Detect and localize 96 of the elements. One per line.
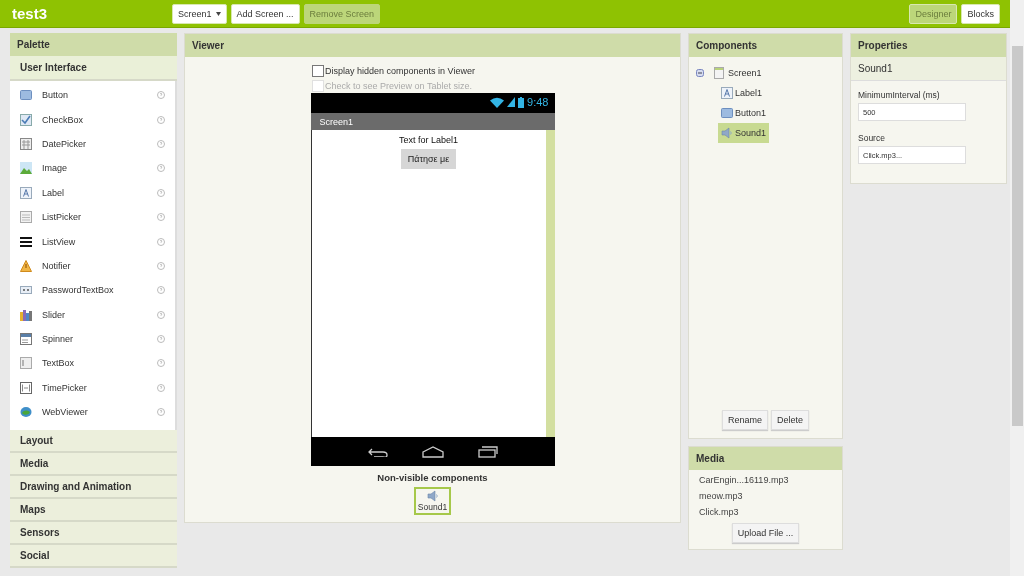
help-icon: [157, 310, 165, 319]
password-field-icon: [20, 284, 32, 297]
help-icon: [157, 335, 165, 344]
app-title: test3: [12, 5, 49, 22]
label-text: Text for Label1: [398, 135, 458, 145]
component-name: Sound1: [417, 502, 448, 512]
palette-item[interactable]: TimePicker: [42, 382, 157, 393]
panel-header: Palette: [10, 33, 177, 56]
text-field-icon: [20, 357, 32, 370]
palette-item[interactable]: WebViewer: [42, 407, 157, 418]
recent-apps-icon: [477, 445, 498, 458]
image-icon: [20, 162, 32, 175]
tree-item[interactable]: Screen1: [728, 68, 762, 78]
spinner-icon: [20, 333, 32, 346]
scrollbar-thumb[interactable]: [1012, 46, 1023, 426]
back-icon: [367, 446, 388, 457]
palette-category[interactable]: Layout: [10, 430, 177, 454]
palette-item[interactable]: PasswordTextBox: [42, 285, 157, 296]
component-item[interactable]: Sound1: [413, 487, 452, 515]
label-icon: [721, 87, 733, 99]
home-icon: [421, 445, 444, 458]
time-picker-icon: [20, 381, 32, 394]
palette-category[interactable]: User Interface: [10, 56, 177, 81]
palette-category[interactable]: Maps: [10, 499, 177, 523]
signal-icon: [507, 97, 516, 107]
panel-header: Media: [689, 447, 842, 470]
tree-item[interactable]: Label1: [718, 83, 766, 103]
help-icon: [157, 261, 165, 270]
scrollbar[interactable]: [1010, 0, 1024, 576]
palette-item[interactable]: ListPicker: [42, 212, 157, 223]
status-time: 9:48: [527, 96, 549, 108]
palette-item[interactable]: Notifier: [42, 260, 157, 271]
upload-button[interactable]: Upload File ...: [731, 523, 800, 543]
palette-item[interactable]: Spinner: [42, 334, 157, 345]
toolbar-button[interactable]: Add Screen ...: [230, 3, 300, 24]
property-label: Source: [858, 133, 886, 143]
calendar-icon: [20, 137, 32, 150]
section-title: Non-visible components: [377, 472, 488, 483]
screen-title-bar: Screen1: [310, 113, 555, 130]
palette-item[interactable]: Slider: [42, 309, 157, 320]
palette-item[interactable]: Label: [42, 187, 157, 198]
button-icon: [20, 89, 32, 102]
help-icon: [157, 164, 165, 173]
globe-icon: [20, 406, 32, 419]
tree-item[interactable]: Sound1: [718, 123, 770, 143]
slider-icon: [20, 308, 32, 321]
list-icon: [20, 235, 32, 248]
phone-button[interactable]: Πάτησε με: [400, 149, 457, 169]
label-icon: [20, 186, 32, 199]
list-icon: [20, 211, 32, 224]
help-icon: [157, 115, 165, 124]
media-file[interactable]: Click.mp3: [699, 507, 842, 517]
palette-item[interactable]: TextBox: [42, 358, 157, 369]
panel-header: Components: [689, 34, 842, 57]
help-icon: [157, 408, 165, 417]
battery-icon: [518, 96, 525, 108]
view-tab[interactable]: Blocks: [961, 3, 1000, 24]
help-icon: [157, 359, 165, 368]
help-icon: [157, 188, 165, 197]
button-icon: [721, 107, 733, 119]
palette-category[interactable]: Sensors: [10, 522, 177, 546]
help-icon: [157, 237, 165, 246]
property-label: MinimumInterval (ms): [858, 90, 941, 100]
screen-dropdown[interactable]: Screen1: [172, 3, 227, 24]
screen-icon: [713, 67, 725, 79]
palette-item[interactable]: ListView: [42, 236, 157, 247]
media-file[interactable]: CarEngin...16119.mp3: [699, 475, 842, 485]
help-icon: [157, 139, 165, 148]
checkbox-icon: [20, 113, 32, 126]
speaker-icon: [721, 127, 733, 139]
help-icon: [157, 286, 165, 295]
palette-item[interactable]: Button: [42, 90, 157, 101]
component-name: Sound1: [851, 57, 1006, 81]
wifi-icon: [490, 96, 505, 108]
panel-header: Properties: [851, 34, 1006, 57]
tree-item[interactable]: Button1: [718, 103, 770, 123]
speaker-icon: [426, 490, 439, 502]
action-button[interactable]: Delete: [771, 410, 809, 430]
help-icon: [157, 213, 165, 222]
palette-item[interactable]: DatePicker: [42, 138, 157, 149]
panel-header: Viewer: [185, 34, 680, 57]
palette-category[interactable]: Media: [10, 453, 177, 477]
checkbox[interactable]: [312, 65, 324, 77]
action-button[interactable]: Rename: [721, 410, 768, 430]
help-icon: [157, 91, 165, 100]
palette-item[interactable]: Image: [42, 163, 157, 174]
checkbox-label: Display hidden components in Viewer: [325, 66, 475, 76]
palette-item[interactable]: CheckBox: [42, 114, 157, 125]
help-icon: [157, 383, 165, 392]
caret-icon: [215, 11, 221, 16]
palette-category[interactable]: Social: [10, 545, 177, 569]
checkbox-label: Check to see Preview on Tablet size.: [325, 81, 472, 91]
collapse-icon[interactable]: [696, 69, 704, 77]
media-file[interactable]: meow.mp3: [699, 491, 842, 501]
palette-category[interactable]: Drawing and Animation: [10, 476, 177, 500]
warning-icon: [20, 259, 32, 272]
